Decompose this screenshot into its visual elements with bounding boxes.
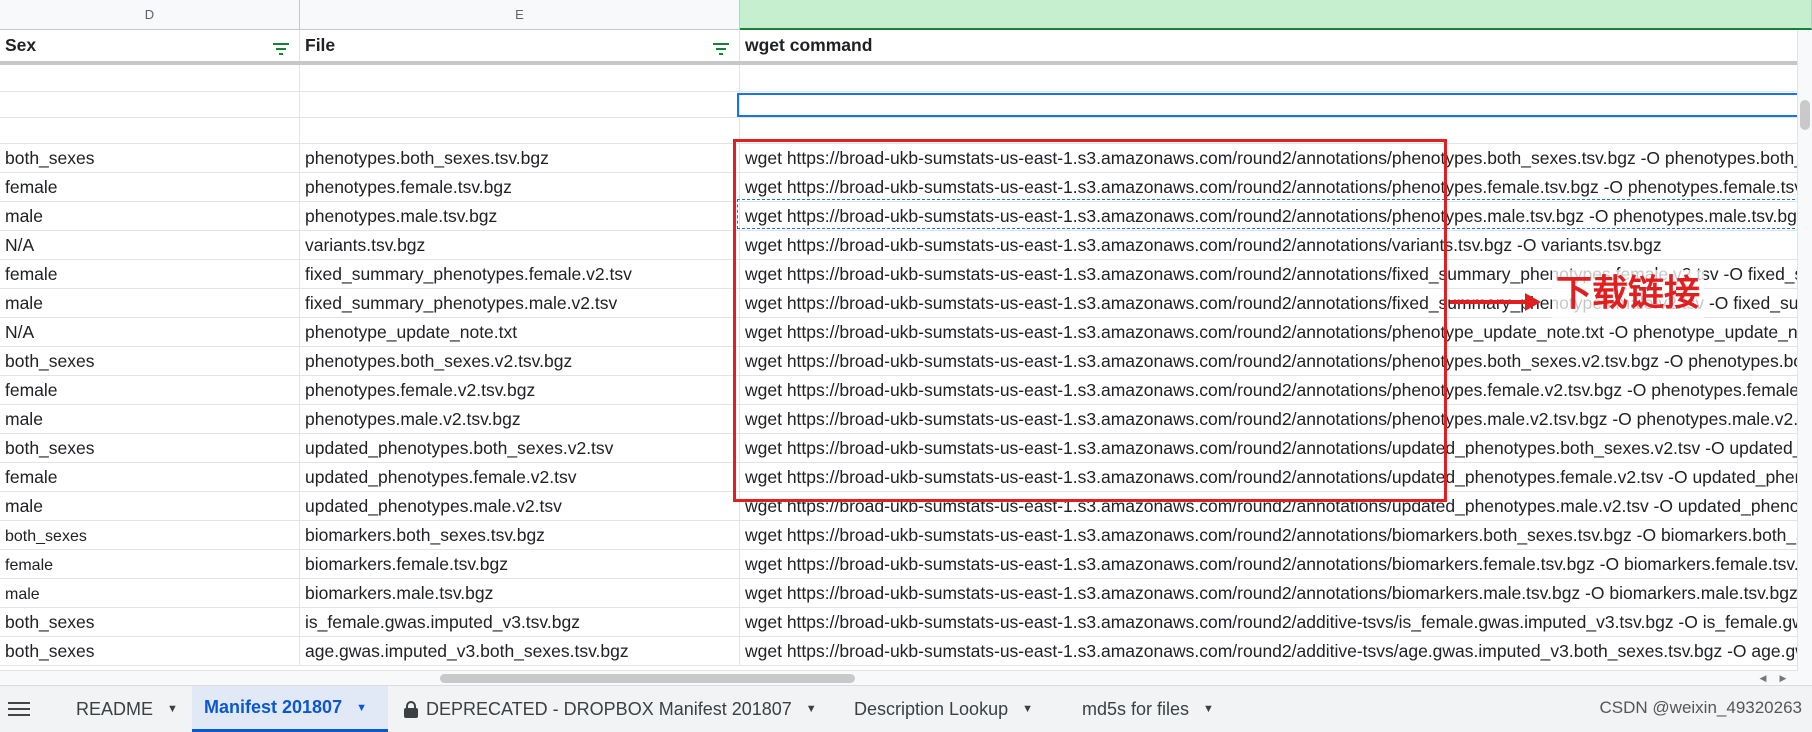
cell-sex[interactable]: both_sexes [0,434,300,462]
sheet-tab[interactable]: README ▼ [64,686,188,732]
cell-sex[interactable]: both_sexes [0,347,300,375]
sheet-tab[interactable]: Manifest 201807 ▼ [192,686,388,732]
cell-file[interactable]: phenotypes.both_sexes.v2.tsv.bgz [300,347,740,375]
cell-file[interactable]: fixed_summary_phenotypes.male.v2.tsv [300,289,740,317]
sheet-tab-label: Description Lookup [854,698,1009,719]
sheet-tab-label: README [76,698,154,719]
vertical-scrollbar-thumb[interactable] [1800,100,1810,130]
table-row: both_sexes biomarkers.both_sexes.tsv.bgz w… [0,521,1798,550]
sheet-tab[interactable]: md5s for files ▼ [1070,686,1244,732]
selected-cell-outline [737,93,1805,117]
header-cell-wget[interactable]: wget command [740,30,1798,61]
cell-sex[interactable]: male [0,202,300,230]
cell-sex[interactable] [0,65,300,91]
cell-file[interactable]: updated_phenotypes.male.v2.tsv [300,492,740,520]
table-row: both_sexes age.gwas.imputed_v3.both_sexes… [0,637,1798,666]
annotation-arrow-head [1525,293,1541,311]
cell-sex[interactable]: both_sexes [0,521,300,549]
cell-file[interactable]: biomarkers.both_sexes.tsv.bgz [300,521,740,549]
cell-wget[interactable]: wget https://broad-ukb-sumstats-us-east-… [740,608,1798,636]
table-row: male biomarkers.male.tsv.bgz wget https://… [0,579,1798,608]
horizontal-scrollbar[interactable]: ◀ ▶ [0,670,1798,685]
column-header-d[interactable]: D [0,0,300,30]
cell-wget[interactable] [740,65,1798,91]
cell-sex[interactable]: male [0,579,300,607]
cell-file[interactable]: phenotypes.male.v2.tsv.bgz [300,405,740,433]
header-cell-file[interactable]: File [300,30,740,61]
cell-wget[interactable]: wget https://broad-ukb-sumstats-us-east-… [740,579,1798,607]
cell-sex[interactable]: male [0,289,300,317]
cell-sex[interactable]: both_sexes [0,608,300,636]
sheet-tab-label: DEPRECATED - DROPBOX Manifest 201807 [426,698,792,719]
table-row [0,65,1798,92]
caret-down-icon[interactable]: ▼ [806,703,817,715]
caret-down-icon[interactable]: ▼ [1022,703,1033,715]
annotation-label: 下载链接 [1552,270,1705,318]
cell-file[interactable] [300,118,740,143]
cell-file[interactable]: biomarkers.female.tsv.bgz [300,550,740,578]
cell-sex[interactable]: male [0,405,300,433]
cell-file[interactable] [300,92,740,117]
filter-icon[interactable] [713,42,729,56]
cell-file[interactable]: phenotypes.female.tsv.bgz [300,173,740,201]
column-header-row: D E [0,0,1812,30]
caret-down-icon[interactable]: ▼ [1203,703,1214,715]
cell-file[interactable]: updated_phenotypes.female.v2.tsv [300,463,740,491]
cell-sex[interactable] [0,92,300,117]
cell-sex[interactable] [0,118,300,143]
cell-file[interactable]: phenotypes.both_sexes.tsv.bgz [300,144,740,172]
header-sex-label: Sex [5,35,37,55]
cell-wget[interactable]: wget https://broad-ukb-sumstats-us-east-… [740,550,1798,578]
cell-sex[interactable]: N/A [0,318,300,346]
cell-file[interactable]: fixed_summary_phenotypes.female.v2.tsv [300,260,740,288]
cell-sex[interactable]: female [0,173,300,201]
cell-file[interactable] [300,65,740,91]
sheet-tab[interactable]: Description Lookup ▼ [842,686,1064,732]
cell-sex[interactable]: male [0,492,300,520]
scroll-left-icon[interactable]: ◀ [1756,671,1770,685]
cell-file[interactable]: phenotypes.female.v2.tsv.bgz [300,376,740,404]
cell-file[interactable]: updated_phenotypes.both_sexes.v2.tsv [300,434,740,462]
cell-sex[interactable]: both_sexes [0,144,300,172]
scroll-right-icon[interactable]: ▶ [1776,671,1790,685]
cell-file[interactable]: biomarkers.male.tsv.bgz [300,579,740,607]
annotation-arrow [1450,300,1530,304]
sheet-tab-bar: README ▼ Manifest 201807 ▼ DEPRECATED - DROP… [0,685,1812,732]
cell-sex[interactable]: both_sexes [0,637,300,665]
sheet-tab-label: md5s for files [1082,698,1190,719]
header-row: Sex File wget command [0,30,1798,65]
cell-file[interactable]: phenotypes.male.tsv.bgz [300,202,740,230]
table-row: female biomarkers.female.tsv.bgz wget http… [0,550,1798,579]
cell-sex[interactable]: female [0,260,300,288]
cell-wget[interactable]: wget https://broad-ukb-sumstats-us-east-… [740,521,1798,549]
cell-sex[interactable]: female [0,550,300,578]
spreadsheet-grid: D E Sex File wget command both_sexes phen… [0,0,1812,685]
cell-file[interactable]: is_female.gwas.imputed_v3.tsv.bgz [300,608,740,636]
sheet-tab-label: Manifest 201807 [204,697,343,717]
header-wget-label: wget command [745,35,873,55]
cell-sex[interactable]: female [0,376,300,404]
caret-down-icon[interactable]: ▼ [356,702,367,714]
horizontal-scrollbar-thumb[interactable] [440,674,855,683]
table-row: both_sexes is_female.gwas.imputed_v3.tsv.… [0,608,1798,637]
caret-down-icon[interactable]: ▼ [167,703,178,715]
sheet-tab[interactable]: DEPRECATED - DROPBOX Manifest 201807 ▼ [392,686,838,732]
filter-icon[interactable] [273,42,289,56]
all-sheets-menu-icon[interactable] [8,698,30,720]
column-header-e[interactable]: E [300,0,740,30]
cell-sex[interactable]: female [0,463,300,491]
cell-sex[interactable]: N/A [0,231,300,259]
column-header-f[interactable] [740,0,1812,30]
watermark: CSDN @weixin_49320263 [1599,698,1802,717]
cell-wget[interactable]: wget https://broad-ukb-sumstats-us-east-… [740,637,1798,665]
vertical-scrollbar[interactable] [1797,30,1812,685]
annotation-highlight-box [733,139,1447,502]
cell-file[interactable]: variants.tsv.bgz [300,231,740,259]
cell-file[interactable]: age.gwas.imputed_v3.both_sexes.tsv.bgz [300,637,740,665]
header-cell-sex[interactable]: Sex [0,30,300,61]
lock-icon [404,700,418,718]
header-file-label: File [305,35,336,55]
cell-file[interactable]: phenotype_update_note.txt [300,318,740,346]
